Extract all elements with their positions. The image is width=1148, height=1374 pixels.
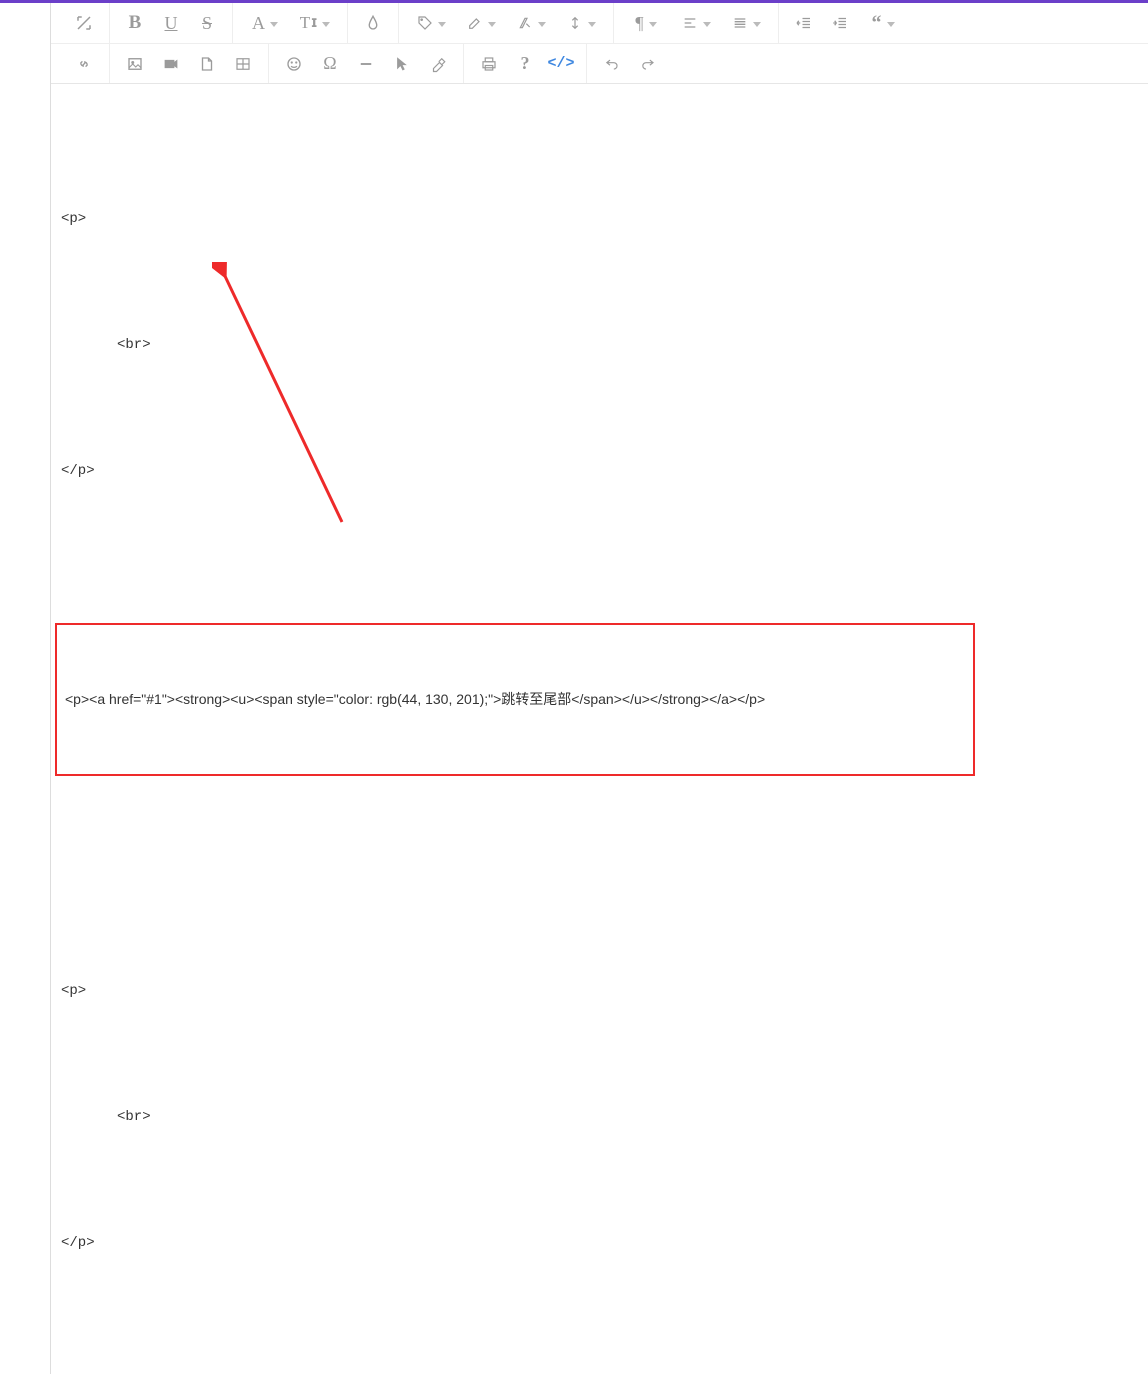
link-button[interactable] [67,47,101,81]
chevron-down-icon [753,22,761,27]
select-button[interactable] [385,47,419,81]
font-color-button[interactable] [356,6,390,40]
codeview-label: </> [547,55,574,72]
underline-button[interactable]: U [154,6,188,40]
emoji-button[interactable] [277,47,311,81]
font-size-dropdown[interactable]: T𝗜 [291,6,339,40]
highlighted-code-line: <p><a href="#1"><strong><u><span style="… [65,689,965,710]
chevron-down-icon [649,22,657,27]
clear-format-button[interactable] [421,47,455,81]
code-line: </p> [61,461,1138,482]
omega-label: Ω [323,53,336,74]
toolbar-row-1: B U S A T𝗜 [51,3,1148,43]
fullscreen-button[interactable] [67,6,101,40]
code-view-button[interactable]: </> [544,47,578,81]
highlighted-code-box: <p><a href="#1"><strong><u><span style="… [55,623,975,776]
help-label: ? [521,53,530,74]
image-button[interactable] [118,47,152,81]
quote-dropdown[interactable]: “ [859,6,907,40]
special-char-button[interactable]: Ω [313,47,347,81]
code-line: <p> [61,209,1138,230]
editor-toolbar: B U S A T𝗜 [51,3,1148,84]
code-line: <br> [117,335,1138,356]
undo-button[interactable] [595,47,629,81]
chevron-down-icon [538,22,546,27]
code-block-3: <p> <br> </p> [61,939,1138,1296]
editor-container: B U S A T𝗜 [50,3,1148,1374]
code-view-area[interactable]: <p> <br> </p> <p><a href="#1"><strong><u… [51,84,1148,1374]
horizontal-rule-button[interactable] [349,47,383,81]
align-dropdown[interactable] [672,6,720,40]
bold-button[interactable]: B [118,6,152,40]
code-line: <br> [117,1107,1138,1128]
code-block-1: <p> <br> </p> [61,167,1138,524]
outdent-button[interactable] [787,6,821,40]
toolbar-row-2: Ω ? [51,43,1148,83]
redo-button[interactable] [631,47,665,81]
chevron-down-icon [322,22,330,27]
bold-label: B [129,12,142,34]
underline-label: U [165,13,178,34]
file-button[interactable] [190,47,224,81]
style-dropdown[interactable] [507,6,555,40]
line-height-dropdown[interactable] [557,6,605,40]
table-button[interactable] [226,47,260,81]
paragraph-format-dropdown[interactable]: ¶ [622,6,670,40]
list-dropdown[interactable] [722,6,770,40]
font-family-dropdown[interactable]: A [241,6,289,40]
code-line: </p> [61,1233,1138,1254]
help-button[interactable]: ? [508,47,542,81]
chevron-down-icon [270,22,278,27]
chevron-down-icon [588,22,596,27]
strike-label: S [202,13,212,34]
strikethrough-button[interactable]: S [190,6,224,40]
chevron-down-icon [703,22,711,27]
video-button[interactable] [154,47,188,81]
highlight-dropdown[interactable] [457,6,505,40]
print-button[interactable] [472,47,506,81]
tag-dropdown[interactable] [407,6,455,40]
chevron-down-icon [438,22,446,27]
chevron-down-icon [488,22,496,27]
code-line: <p> [61,981,1138,1002]
indent-button[interactable] [823,6,857,40]
chevron-down-icon [887,22,895,27]
